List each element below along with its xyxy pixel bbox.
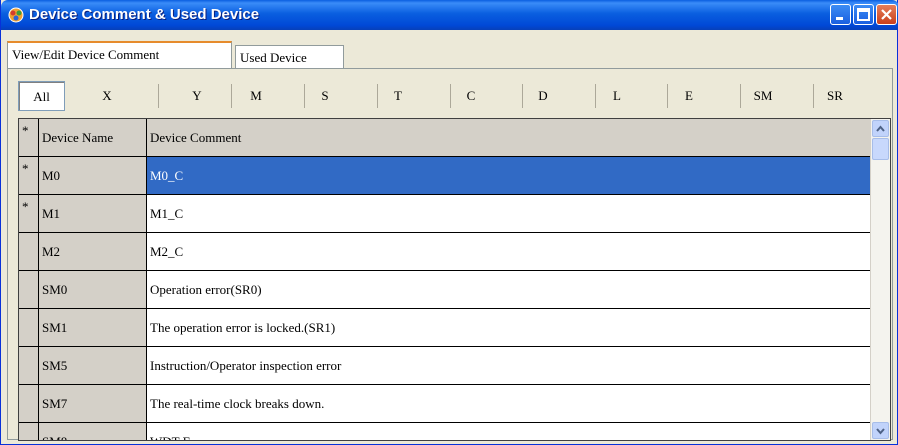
device-name-cell[interactable]: SM0 — [39, 271, 147, 309]
table-row[interactable]: SM8 WDT Error — [19, 423, 871, 440]
row-marker — [19, 271, 39, 309]
device-name-cell[interactable]: M1 — [39, 195, 147, 233]
filter-divider — [667, 84, 668, 108]
device-name-cell[interactable]: M0 — [39, 157, 147, 195]
table-row[interactable]: * M0 M0_C — [19, 157, 871, 195]
filter-d[interactable]: D — [523, 81, 563, 111]
device-comment-cell[interactable]: The operation error is locked.(SR1) — [147, 309, 871, 347]
table-row[interactable]: * M1 M1_C — [19, 195, 871, 233]
device-comment-cell[interactable]: The real-time clock breaks down. — [147, 385, 871, 423]
device-comment-cell[interactable]: Instruction/Operator inspection error — [147, 347, 871, 385]
filter-c[interactable]: C — [451, 81, 491, 111]
filter-all[interactable]: All — [18, 81, 65, 111]
device-comment-column-header[interactable]: Device Comment — [147, 119, 871, 157]
device-comment-cell[interactable]: M1_C — [147, 195, 871, 233]
tab-view-edit-comment[interactable]: View/Edit Device Comment — [7, 41, 232, 69]
device-comment-cell[interactable]: WDT Error — [147, 423, 871, 440]
chevron-down-icon — [876, 428, 885, 435]
chevron-up-icon — [876, 125, 885, 132]
scroll-down-button[interactable] — [872, 422, 889, 439]
row-marker: * — [19, 195, 39, 233]
filter-divider — [740, 84, 741, 108]
device-comment-grid: * Device Name Device Comment * M0 M0_C *… — [18, 118, 891, 441]
window-title: Device Comment & Used Device — [29, 6, 260, 23]
row-marker — [19, 347, 39, 385]
device-name-cell[interactable]: M2 — [39, 233, 147, 271]
table-row[interactable]: SM0 Operation error(SR0) — [19, 271, 871, 309]
filter-divider — [595, 84, 596, 108]
filter-sm[interactable]: SM — [743, 81, 783, 111]
row-marker — [19, 309, 39, 347]
device-comment-cell[interactable]: M2_C — [147, 233, 871, 271]
table-row[interactable]: SM5 Instruction/Operator inspection erro… — [19, 347, 871, 385]
filter-l[interactable]: L — [597, 81, 637, 111]
row-marker — [19, 423, 39, 440]
table-row[interactable]: SM7 The real-time clock breaks down. — [19, 385, 871, 423]
table-row[interactable]: M2 M2_C — [19, 233, 871, 271]
filter-m[interactable]: M — [232, 81, 280, 111]
table-header-row: * Device Name Device Comment — [19, 119, 871, 157]
scroll-up-button[interactable] — [872, 120, 889, 137]
filter-t[interactable]: T — [378, 81, 418, 111]
device-comment-cell[interactable]: Operation error(SR0) — [147, 271, 871, 309]
filter-s[interactable]: S — [305, 81, 345, 111]
scroll-thumb[interactable] — [872, 138, 889, 160]
device-name-cell[interactable]: SM1 — [39, 309, 147, 347]
device-name-cell[interactable]: SM5 — [39, 347, 147, 385]
close-button[interactable] — [876, 4, 897, 25]
minimize-icon — [836, 17, 843, 20]
device-comment-window: Device Comment & Used Device View/Edit D… — [0, 0, 898, 445]
tab-used-device[interactable]: Used Device — [235, 45, 344, 69]
filter-divider — [158, 84, 159, 108]
app-icon — [8, 7, 24, 23]
device-name-cell[interactable]: SM7 — [39, 385, 147, 423]
marker-column-header: * — [19, 119, 39, 157]
minimize-button[interactable] — [830, 4, 851, 25]
table-row[interactable]: SM1 The operation error is locked.(SR1) — [19, 309, 871, 347]
device-name-cell[interactable]: SM8 — [39, 423, 147, 440]
row-marker: * — [19, 157, 39, 195]
device-name-column-header[interactable]: Device Name — [39, 119, 147, 157]
title-bar[interactable]: Device Comment & Used Device — [1, 0, 898, 30]
filter-x[interactable]: X — [76, 81, 138, 111]
row-marker — [19, 385, 39, 423]
filter-e[interactable]: E — [669, 81, 709, 111]
maximize-button[interactable] — [853, 4, 874, 25]
close-icon — [881, 9, 892, 20]
row-marker — [19, 233, 39, 271]
maximize-icon — [857, 8, 870, 21]
vertical-scrollbar[interactable] — [870, 119, 890, 440]
filter-y[interactable]: Y — [161, 81, 233, 111]
filter-sr[interactable]: SR — [813, 81, 857, 111]
device-comment-cell[interactable]: M0_C — [147, 157, 871, 195]
